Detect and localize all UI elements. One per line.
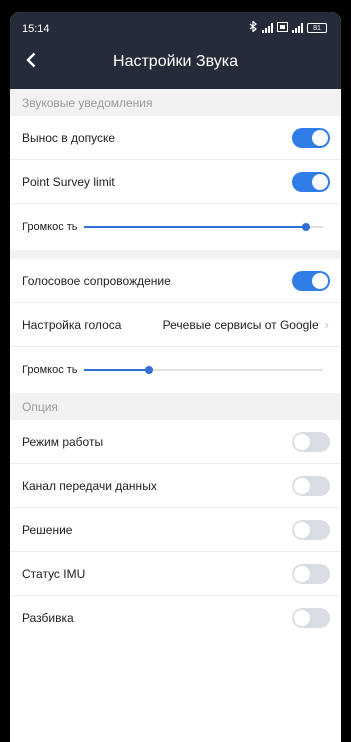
stakeout-tolerance-toggle[interactable]	[292, 127, 330, 148]
row-volume-1: Громкос ть	[10, 204, 341, 250]
row-work-mode: Режим работы	[10, 420, 341, 464]
section-sound-alerts: Звуковые уведомления	[10, 89, 341, 116]
volume-label: Громкос ть	[22, 221, 78, 233]
row-volume-2: Громкос ть	[10, 347, 341, 393]
row-solution: Решение	[10, 508, 341, 552]
battery-icon: 81	[307, 23, 327, 33]
status-time: 15:14	[22, 23, 50, 35]
volume-label: Громкос ть	[22, 364, 78, 376]
section-options: Опция	[10, 393, 341, 420]
row-label: Решение	[22, 522, 73, 537]
volume-slider-1[interactable]	[84, 220, 323, 234]
solution-toggle[interactable]	[292, 519, 330, 540]
row-label: Point Survey limit	[22, 174, 115, 189]
row-label: Канал передачи данных	[22, 478, 157, 493]
stakeout-toggle[interactable]	[292, 608, 330, 628]
volume-slider-2[interactable]	[84, 363, 323, 377]
app-header: 15:14 81 Настройки Звука	[10, 12, 341, 89]
row-label: Голосовое сопровождение	[22, 273, 171, 288]
slider-thumb[interactable]	[302, 223, 311, 231]
status-icons: 81	[249, 20, 327, 35]
row-point-survey-limit: Point Survey limit	[10, 160, 341, 204]
screen: 15:14 81 Настройки Звука Звуковые уведом…	[10, 12, 341, 742]
row-imu-status: Статус IMU	[10, 552, 341, 596]
point-survey-limit-toggle[interactable]	[292, 171, 330, 192]
slider-thumb[interactable]	[144, 366, 153, 374]
imu-status-toggle[interactable]	[292, 563, 330, 584]
row-label: Настройка голоса	[22, 317, 122, 332]
row-voice-setting[interactable]: Настройка голоса Речевые сервисы от Goog…	[10, 303, 341, 347]
row-label: Разбивка	[22, 611, 74, 625]
signal-icon	[262, 23, 273, 33]
row-label: Вынос в допуске	[22, 130, 116, 145]
row-label: Статус IMU	[22, 566, 86, 581]
row-label: Режим работы	[22, 434, 104, 449]
data-channel-toggle[interactable]	[292, 475, 330, 496]
row-voice-guidance: Голосовое сопровождение	[10, 259, 341, 303]
section-gap	[10, 250, 341, 259]
row-stakeout-tolerance: Вынос в допуске	[10, 116, 341, 160]
work-mode-toggle[interactable]	[292, 431, 330, 452]
page-title: Настройки Звука	[113, 53, 238, 70]
signal-icon-2	[292, 23, 303, 33]
voice-setting-value: Речевые сервисы от Google	[162, 317, 319, 332]
row-data-channel: Канал передачи данных	[10, 464, 341, 508]
row-stakeout: Разбивка	[10, 596, 341, 640]
bluetooth-icon	[249, 20, 258, 35]
chevron-right-icon: ›	[324, 317, 329, 332]
sim-icon	[277, 21, 288, 35]
voice-guidance-toggle[interactable]	[292, 270, 330, 291]
